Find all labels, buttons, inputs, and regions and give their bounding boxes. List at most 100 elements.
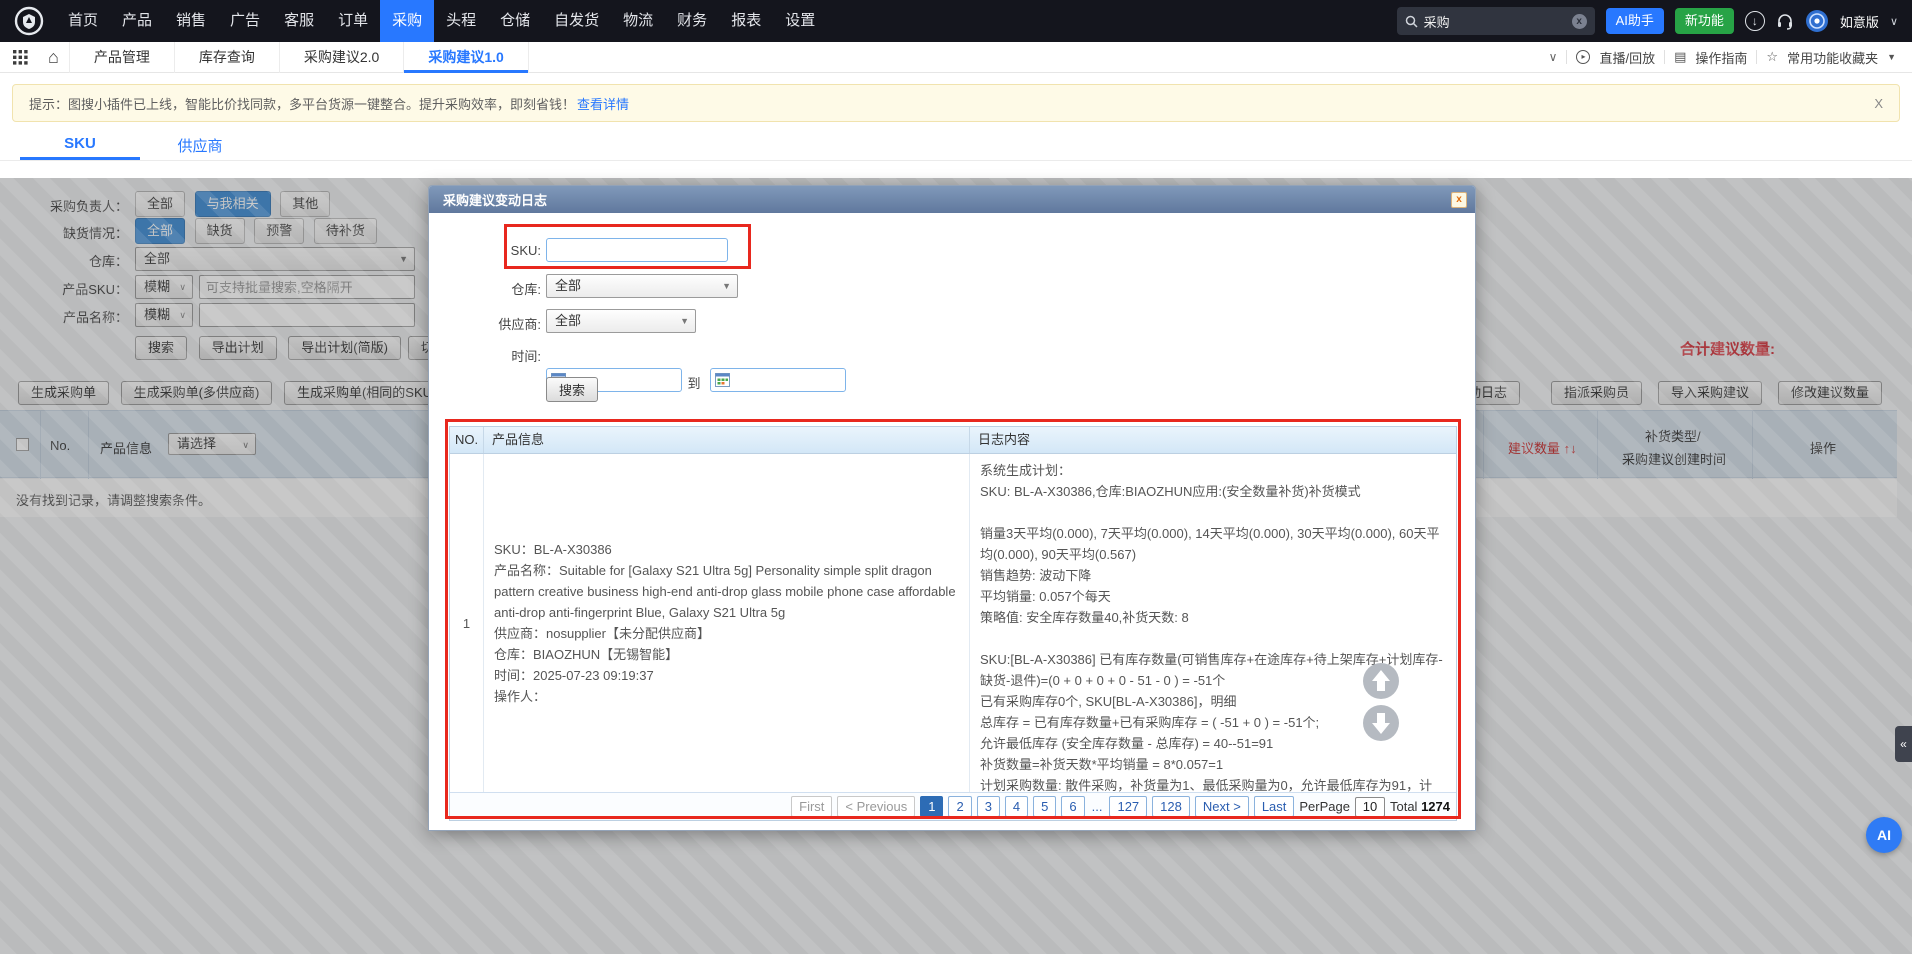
tab-sku[interactable]: SKU [20,135,140,152]
notice-banner: 提示：图搜小插件已上线，智能比价找同款，多平台货源一键整合。提升采购效率，即刻省… [12,84,1900,122]
live-replay-link[interactable]: 直播/回放 [1599,48,1655,67]
download-icon[interactable]: ↓ [1745,11,1765,31]
scroll-down-icon[interactable] [1362,704,1400,742]
modal-time-label: 时间: [429,346,541,365]
avatar[interactable] [1805,9,1829,33]
topnav-right: 采购 x AI助手 新功能 ↓ 如意版 ∨ [1397,7,1912,35]
nav-item-settings[interactable]: 设置 [773,0,827,42]
page-header-zone: 提示：图搜小插件已上线，智能比价找同款，多平台货源一键整合。提升采购效率，即刻省… [0,73,1912,178]
ai-fab-button[interactable]: AI [1866,817,1902,853]
log-table-row: 1 SKU：BL-A-X30386 产品名称：Suitable for [Gal… [450,454,1456,792]
favorites-link[interactable]: 常用功能收藏夹 [1787,48,1878,67]
page-number-button[interactable]: 127 [1109,796,1147,817]
modal-sku-input[interactable] [546,238,728,262]
tab-product-management[interactable]: 产品管理 [69,42,175,73]
page-first-button[interactable]: First [791,796,832,817]
nav-item-product[interactable]: 产品 [110,0,164,42]
page-number-button[interactable]: 2 [948,796,971,817]
page-next-button[interactable]: Next > [1195,796,1249,817]
page-number-button[interactable]: 3 [977,796,1000,817]
search-clear-icon[interactable]: x [1572,14,1587,29]
total-count: Total 1274 [1390,799,1450,814]
page-number-button[interactable]: 6 [1061,796,1084,817]
nav-item-selfship[interactable]: 自发货 [542,0,611,42]
modal-supplier-select[interactable]: 全部▼ [546,309,696,333]
page-number-button[interactable]: 128 [1152,796,1190,817]
modal-title: 采购建议变动日志 [443,190,547,209]
page-number-button[interactable]: 5 [1033,796,1056,817]
notice-close-icon[interactable]: X [1874,96,1883,111]
notice-detail-link[interactable]: 查看详情 [577,94,629,113]
log-row-no: 1 [450,454,484,792]
main-menu: 首页 产品 销售 广告 客服 订单 采购 头程 仓储 自发货 物流 财务 报表 … [56,0,827,42]
divider [1566,50,1567,64]
search-value: 采购 [1424,12,1566,31]
chevron-down-icon[interactable]: ∨ [1890,15,1898,28]
divider [0,160,1912,161]
modal-date-to-label: 到 [684,373,704,392]
ai-assistant-button[interactable]: AI助手 [1606,8,1664,34]
modal-supplier-label: 供应商: [429,314,541,333]
apps-grid-icon[interactable] [13,50,28,65]
calendar-icon[interactable] [715,372,730,387]
modal-warehouse-select[interactable]: 全部▼ [546,274,738,298]
nav-item-home[interactable]: 首页 [56,0,110,42]
nav-item-service[interactable]: 客服 [272,0,326,42]
divider [1756,50,1757,64]
home-icon[interactable]: ⌂ [48,42,59,73]
perpage-input[interactable] [1355,797,1385,817]
nav-item-reports[interactable]: 报表 [719,0,773,42]
modal-search-button[interactable]: 搜索 [546,377,598,402]
caret-down-icon[interactable]: ▼ [1887,52,1896,62]
nav-item-sales[interactable]: 销售 [164,0,218,42]
guide-link[interactable]: 操作指南 [1695,48,1747,67]
collapse-panel-handle[interactable]: « [1895,726,1912,762]
log-col-product: 产品信息 [484,427,970,453]
caret-down-icon: ▼ [680,310,689,332]
caret-down-icon: ▼ [722,275,731,297]
scroll-up-icon[interactable] [1362,662,1400,700]
star-icon: ☆ [1766,49,1778,65]
modal-header: 采购建议变动日志 x [429,186,1475,213]
page-number-button[interactable]: 1 [920,796,943,817]
tab-purchase-suggestion-2[interactable]: 采购建议2.0 [280,42,404,73]
page-previous-button[interactable]: < Previous [837,796,915,817]
edition-label: 如意版 [1840,12,1879,31]
page-ellipsis: ... [1090,799,1105,814]
live-replay-icon: ▸ [1576,50,1590,64]
top-navbar: 首页 产品 销售 广告 客服 订单 采购 头程 仓储 自发货 物流 财务 报表 … [0,0,1912,42]
nav-item-firstleg[interactable]: 头程 [434,0,488,42]
nav-item-orders[interactable]: 订单 [326,0,380,42]
pagination-bar: First < Previous 1 2 3 4 5 6 ... 127 128… [450,792,1456,820]
global-search-input[interactable]: 采购 x [1397,7,1595,35]
toolbar-right: ∨ ▸ 直播/回放 ▤ 操作指南 ☆ 常用功能收藏夹 ▼ [1549,48,1912,67]
nav-item-ads[interactable]: 广告 [218,0,272,42]
tab-toolbar: ⌂ 产品管理 库存查询 采购建议2.0 采购建议1.0 ∨ ▸ 直播/回放 ▤ … [0,42,1912,73]
tab-inventory-query[interactable]: 库存查询 [175,42,280,73]
workspace-tabs: 产品管理 库存查询 采购建议2.0 采购建议1.0 [69,42,529,73]
log-table: NO. 产品信息 日志内容 1 SKU：BL-A-X30386 产品名称：Sui… [449,426,1457,821]
modal-sku-label: SKU: [429,243,541,258]
tab-supplier[interactable]: 供应商 [160,135,240,156]
guide-icon: ▤ [1674,49,1686,65]
nav-item-warehouse[interactable]: 仓储 [488,0,542,42]
nav-item-finance[interactable]: 财务 [665,0,719,42]
log-table-header: NO. 产品信息 日志内容 [450,427,1456,454]
page-last-button[interactable]: Last [1254,796,1295,817]
headset-icon[interactable] [1776,12,1794,30]
page-number-button[interactable]: 4 [1005,796,1028,817]
perpage-label: PerPage [1299,799,1350,814]
log-row-product-info: SKU：BL-A-X30386 产品名称：Suitable for [Galax… [484,454,970,792]
notice-text: 提示：图搜小插件已上线，智能比价找同款，多平台货源一键整合。提升采购效率，即刻省… [29,94,575,113]
modal-warehouse-label: 仓库: [429,279,541,298]
chevron-down-icon[interactable]: ∨ [1549,50,1558,64]
change-log-modal: 采购建议变动日志 x SKU: 仓库: 全部▼ 供应商: 全部▼ 时间: 到 搜… [428,185,1476,831]
divider [1664,50,1665,64]
nav-item-logistics[interactable]: 物流 [611,0,665,42]
log-col-no: NO. [450,427,484,453]
modal-close-icon[interactable]: x [1451,192,1467,208]
modal-date-to-input[interactable] [710,368,846,392]
nav-item-purchase[interactable]: 采购 [380,0,434,42]
tab-purchase-suggestion-1[interactable]: 采购建议1.0 [404,42,528,73]
new-feature-button[interactable]: 新功能 [1675,8,1734,34]
